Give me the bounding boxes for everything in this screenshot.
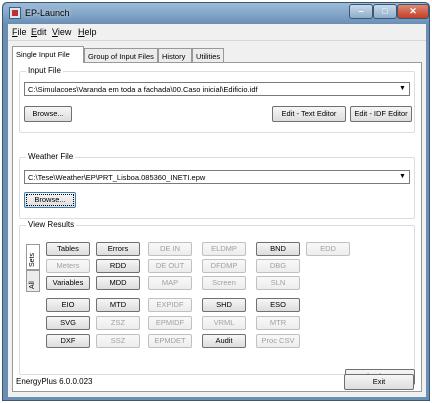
result-audit-button[interactable]: Audit [202,334,246,348]
result-shd-button[interactable]: SHD [202,298,246,312]
input-file-combo[interactable]: C:\Simulacoes\Varanda em toda a fachada\… [24,82,410,96]
input-file-legend: Input File [26,66,63,75]
menu-file[interactable]: File [12,27,27,37]
result-errors-button[interactable]: Errors [96,242,140,256]
result-dxf-button[interactable]: DXF [46,334,90,348]
result-de-out-button[interactable]: DE OUT [148,259,192,273]
result-eio-button[interactable]: EIO [46,298,90,312]
tab-utilities[interactable]: Utilities [192,48,224,63]
view-results-group: View Results Sets All Tables Errors DE IN E… [19,220,415,375]
result-map-button[interactable]: MAP [148,276,192,290]
result-meters-button[interactable]: Meters [46,259,90,273]
result-epmdet-button[interactable]: EPMDET [148,334,192,348]
result-edd-button[interactable]: EDD [306,242,350,256]
tab-single-input-file[interactable]: Single Input File [12,46,84,63]
result-de-in-button[interactable]: DE IN [148,242,192,256]
menu-edit[interactable]: Edit [31,27,47,37]
window-title: EP-Launch [25,8,70,18]
result-ssz-button[interactable]: SSZ [96,334,140,348]
result-mtr-button[interactable]: MTR [256,316,300,330]
client-area: File Edit View Help Single Input File Gr… [8,24,426,397]
weather-file-group: Weather File C:\Tese\Weather\EP\PRT_Lisb… [19,152,415,219]
menu-view[interactable]: View [52,27,71,37]
result-variables-button[interactable]: Variables [46,276,90,290]
chevron-down-icon[interactable]: ▼ [397,172,408,182]
result-expidf-button[interactable]: EXPIDF [148,298,192,312]
weather-file-combo[interactable]: C:\Tese\Weather\EP\PRT_Lisboa.085360_INE… [24,170,410,184]
result-sln-button[interactable]: SLN [256,276,300,290]
input-file-group: Input File C:\Simulacoes\Varanda em toda… [19,66,415,133]
result-screen-button[interactable]: Screen [202,276,246,290]
result-dbg-button[interactable]: DBG [256,259,300,273]
result-eso-button[interactable]: ESO [256,298,300,312]
menu-bar: File Edit View Help [8,24,426,41]
result-bnd-button[interactable]: BND [256,242,300,256]
vtab-all[interactable]: All [26,270,40,292]
weather-browse-button[interactable]: Browse... [24,192,76,208]
result-proc-csv-button[interactable]: Proc CSV [256,334,300,348]
result-zsz-button[interactable]: ZSZ [96,316,140,330]
vtab-sets[interactable]: Sets [26,244,40,270]
edit-text-editor-button[interactable]: Edit - Text Editor [272,106,346,122]
result-tables-button[interactable]: Tables [46,242,90,256]
result-eldmp-button[interactable]: ELDMP [202,242,246,256]
title-bar[interactable]: EP-Launch – □ ✕ [3,3,429,23]
maximize-button[interactable]: □ [373,4,397,19]
input-browse-button[interactable]: Browse... [24,106,72,122]
result-dfdmp-button[interactable]: DFDMP [202,259,246,273]
version-label: EnergyPlus 6.0.0.023 [16,377,93,386]
minimize-button[interactable]: – [349,4,373,19]
view-results-legend: View Results [26,220,77,229]
close-button[interactable]: ✕ [397,4,429,19]
app-icon [9,7,21,19]
view-results-vertical-tabs: Sets All [26,244,40,294]
result-rdd-button[interactable]: RDD [96,259,140,273]
exit-button[interactable]: Exit [344,374,414,390]
input-file-path: C:\Simulacoes\Varanda em toda a fachada\… [28,85,258,94]
result-vrml-button[interactable]: VRML [202,316,246,330]
weather-file-path: C:\Tese\Weather\EP\PRT_Lisboa.085360_INE… [28,173,206,182]
ep-launch-window: EP-Launch – □ ✕ File Edit View Help Sing… [2,2,430,401]
edit-idf-editor-button[interactable]: Edit - IDF Editor [350,106,412,122]
result-mdd-button[interactable]: MDD [96,276,140,290]
result-mtd-button[interactable]: MTD [96,298,140,312]
result-epmidf-button[interactable]: EPMIDF [148,316,192,330]
chevron-down-icon[interactable]: ▼ [397,84,408,94]
menu-help[interactable]: Help [78,27,97,37]
tab-group-of-input-files[interactable]: Group of Input Files [84,48,158,63]
tab-history[interactable]: History [158,48,192,63]
result-svg-button[interactable]: SVG [46,316,90,330]
weather-file-legend: Weather File [26,152,76,161]
single-input-panel: Input File C:\Simulacoes\Varanda em toda… [12,62,422,392]
